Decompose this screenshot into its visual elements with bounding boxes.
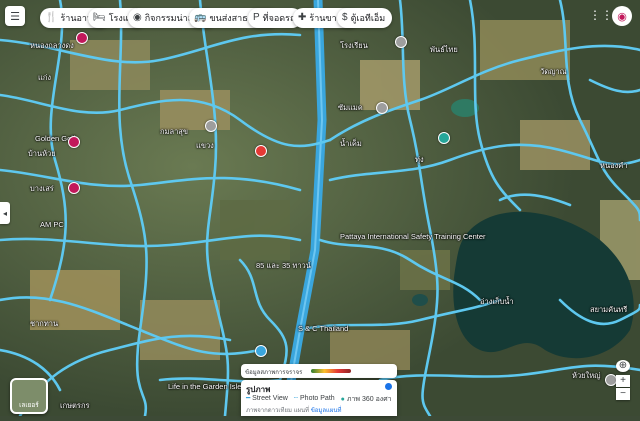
avatar[interactable]: ◉: [612, 6, 632, 26]
zoom-out-button[interactable]: −: [616, 388, 630, 400]
map-label: AM PC: [40, 220, 64, 229]
footer-link[interactable]: ข้อมูลแผนที่: [311, 408, 342, 414]
map-label: Life in the Garden Isle: [168, 382, 242, 391]
map-label: Pattaya International Safety Training Ce…: [340, 232, 486, 241]
place-pin-icon[interactable]: [68, 136, 80, 148]
map-label: S & C Thailand: [298, 324, 349, 333]
place-pin-icon[interactable]: [438, 132, 450, 144]
map-label: แก่ง: [38, 73, 52, 82]
my-location-icon[interactable]: ⊕: [616, 360, 630, 372]
map-label: กมลาสุข: [160, 127, 188, 136]
layers-button[interactable]: เลเยอร์: [10, 378, 48, 414]
map-label: วัดญาณ: [540, 67, 567, 76]
map-label: สยามคันทรี: [590, 305, 628, 314]
satellite-map[interactable]: [0, 0, 640, 418]
map-label: ทุ่ง: [415, 155, 424, 164]
photo-path-legend[interactable]: ┄ Photo Path: [294, 394, 335, 405]
hotel-icon: 🛏: [93, 12, 106, 23]
map-label: ชากทาน: [30, 319, 59, 328]
restaurant-icon: 🍴: [45, 12, 58, 23]
map-label: บ้านห้วย: [28, 149, 56, 158]
zoom-in-button[interactable]: +: [616, 375, 630, 387]
map-label: บางเสร่: [30, 184, 54, 193]
map-label: พันธ์ไทย: [430, 45, 458, 54]
map-label: เกษตรกร: [60, 401, 90, 410]
menu-icon[interactable]: ☰: [5, 6, 25, 26]
chip-label: ที่จอดรถ: [262, 13, 296, 23]
place-pin-icon[interactable]: [255, 345, 267, 357]
apps-grid-icon[interactable]: ⋮⋮: [589, 8, 613, 22]
pharmacy-icon: ✚: [298, 12, 307, 23]
map-label: 85 และ 35 ทาวน์: [256, 261, 311, 270]
map-label: น้ำเค็ม: [340, 139, 362, 148]
map-label: แขวง: [196, 141, 214, 150]
place-pin-icon[interactable]: [395, 36, 407, 48]
parking-icon: P: [253, 12, 260, 23]
photo-panel[interactable]: รูปภาพ ━ Street View ┄ Photo Path ● ภาพ …: [241, 380, 397, 416]
footer-text: ภาพจากดาวเทียม แผนที่: [246, 408, 310, 414]
layers-label: เลเยอร์: [19, 402, 39, 409]
pond-2: [412, 294, 428, 306]
chip-label: ตู้เอทีเอ็ม: [350, 13, 386, 23]
traffic-legend-label: ข้อมูลสภาพการจราจร: [245, 370, 303, 376]
traffic-gradient: [311, 369, 351, 373]
map-label: หนองกลางดง: [30, 41, 74, 50]
toggle-dot-icon[interactable]: [385, 383, 392, 390]
map-label: อ่างเก็บน้ำ: [480, 297, 514, 306]
collapse-panel-button[interactable]: ◂: [0, 202, 10, 224]
map-canvas[interactable]: [0, 0, 640, 418]
camera-icon: ◉: [133, 12, 142, 23]
traffic-legend: ข้อมูลสภาพการจราจร: [241, 364, 397, 378]
place-pin-icon[interactable]: [68, 182, 80, 194]
place-pin-icon[interactable]: [205, 120, 217, 132]
atm-icon: $: [342, 12, 348, 23]
map-label: หนองคำ: [600, 161, 628, 170]
map-label: ซัมแมค: [338, 103, 363, 112]
place-pin-icon[interactable]: [376, 102, 388, 114]
location-pin-icon[interactable]: [255, 145, 267, 157]
chip-atm[interactable]: $ ตู้เอทีเอ็ม: [337, 8, 393, 28]
map-label: โรงเรียน: [340, 41, 368, 50]
transit-icon: 🚌: [194, 12, 207, 23]
photo-360-legend[interactable]: ● ภาพ 360 องศา: [341, 394, 392, 405]
map-label: ห้วยใหญ่: [572, 371, 601, 380]
place-pin-icon[interactable]: [76, 32, 88, 44]
street-view-legend[interactable]: ━ Street View: [246, 394, 288, 405]
